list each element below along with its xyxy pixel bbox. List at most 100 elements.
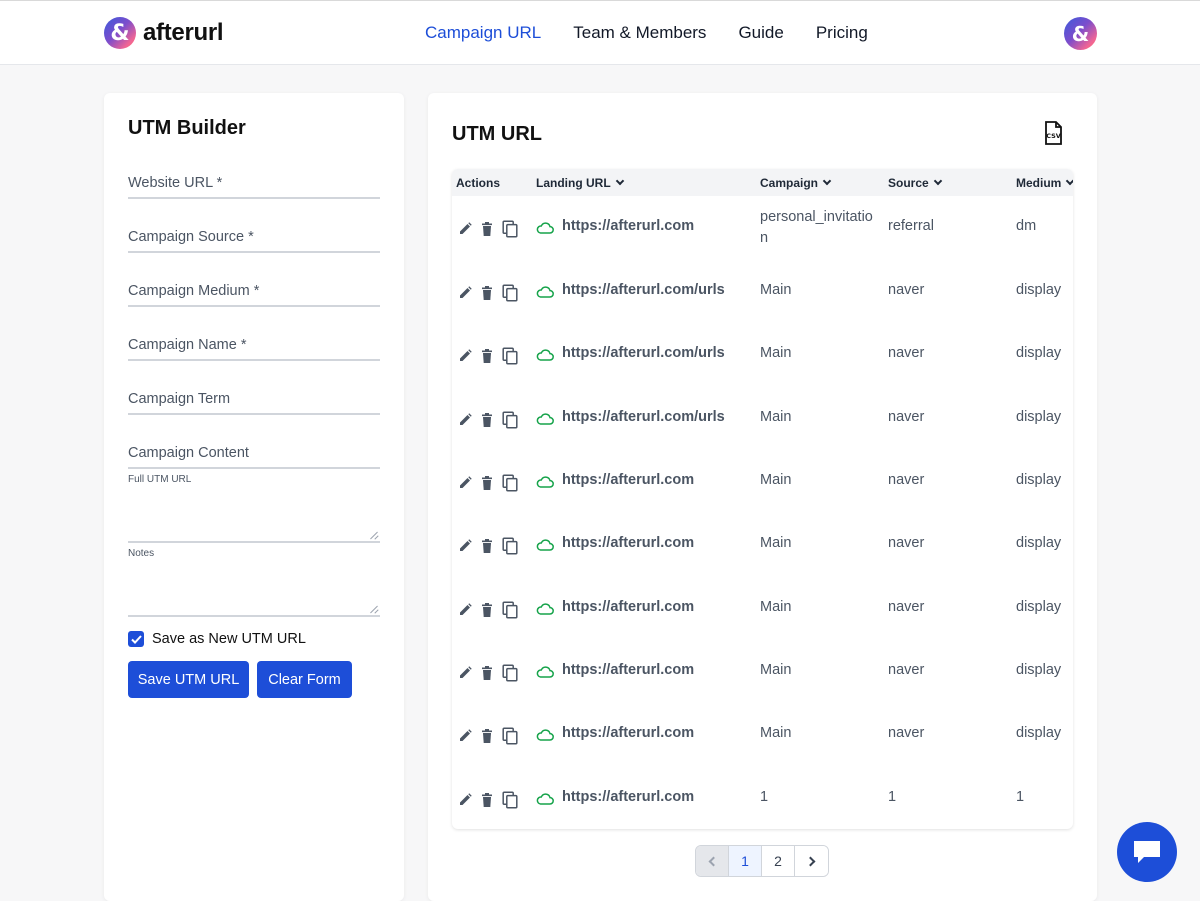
logo-mark: & [104, 17, 136, 49]
next-page-button[interactable] [795, 846, 828, 876]
nav-team-members[interactable]: Team & Members [573, 23, 706, 43]
copy-icon[interactable] [502, 284, 518, 302]
column-header-medium[interactable]: Medium [1016, 176, 1073, 190]
csv-export-icon[interactable]: CSV [1042, 121, 1064, 145]
campaign-source-field[interactable]: Campaign Source * [128, 223, 380, 253]
page-2-button[interactable]: 2 [762, 846, 795, 876]
delete-trash-icon[interactable] [480, 348, 494, 364]
builder-title: UTM Builder [128, 117, 246, 139]
landing-url-link[interactable]: https://afterurl.com/urls [562, 345, 725, 361]
landing-url-link[interactable]: https://afterurl.com [562, 725, 694, 741]
delete-trash-icon[interactable] [480, 475, 494, 491]
chevron-right-icon [805, 856, 815, 866]
edit-pencil-icon[interactable] [458, 792, 472, 808]
landing-url-link[interactable]: https://afterurl.com/urls [562, 282, 725, 298]
cloud-icon [536, 222, 554, 234]
copy-icon[interactable] [502, 347, 518, 365]
copy-icon[interactable] [502, 791, 518, 809]
delete-trash-icon[interactable] [480, 538, 494, 554]
copy-icon[interactable] [502, 474, 518, 492]
campaign-term-field[interactable]: Campaign Term [128, 385, 380, 415]
campaign-cell: Main [760, 409, 792, 425]
user-avatar[interactable]: & [1064, 17, 1097, 50]
nav-campaign-url[interactable]: Campaign URL [425, 23, 541, 43]
table-header: Actions Landing URL Campaign Source Medi… [452, 169, 1073, 196]
column-header-source[interactable]: Source [888, 176, 942, 190]
campaign-cell: Main [760, 345, 792, 361]
website-url-field[interactable]: Website URL * [128, 169, 380, 199]
landing-url-link[interactable]: https://afterurl.com [562, 218, 694, 234]
medium-cell: display [1016, 282, 1062, 298]
row-actions [458, 474, 526, 492]
edit-pencil-icon[interactable] [458, 285, 472, 301]
landing-url-link[interactable]: https://afterurl.com/urls [562, 409, 725, 425]
logo-text: afterurl [143, 19, 224, 46]
delete-trash-icon[interactable] [480, 285, 494, 301]
delete-trash-icon[interactable] [480, 792, 494, 808]
campaign-content-label: Campaign Content [128, 445, 249, 461]
cloud-icon [536, 729, 554, 741]
full-utm-url-label: Full UTM URL [128, 474, 192, 485]
edit-pencil-icon[interactable] [458, 348, 472, 364]
resize-handle-icon[interactable] [370, 605, 378, 613]
full-utm-url-textarea[interactable] [128, 493, 380, 543]
landing-url-link[interactable]: https://afterurl.com [562, 472, 694, 488]
table-row: https://afterurl.com/urls Main naver displa… [452, 260, 1073, 323]
nav-pricing[interactable]: Pricing [816, 23, 868, 43]
edit-pencil-icon[interactable] [458, 665, 472, 681]
save-as-new-row: Save as New UTM URL [128, 631, 306, 647]
copy-icon[interactable] [502, 727, 518, 745]
source-cell: naver [888, 472, 925, 488]
delete-trash-icon[interactable] [480, 221, 494, 237]
campaign-cell: Main [760, 662, 792, 678]
column-header-landing-url[interactable]: Landing URL [536, 176, 624, 190]
cloud-icon [536, 539, 554, 551]
resize-handle-icon[interactable] [370, 531, 378, 539]
campaign-name-field[interactable]: Campaign Name * [128, 331, 380, 361]
website-url-label: Website URL * [128, 175, 223, 191]
clear-form-button[interactable]: Clear Form [257, 661, 352, 698]
column-actions-label: Actions [456, 176, 501, 190]
copy-icon[interactable] [502, 601, 518, 619]
copy-icon[interactable] [502, 220, 518, 238]
column-header-campaign[interactable]: Campaign [760, 176, 832, 190]
notes-label: Notes [128, 548, 155, 559]
edit-pencil-icon[interactable] [458, 602, 472, 618]
edit-pencil-icon[interactable] [458, 475, 472, 491]
save-as-new-checkbox[interactable] [128, 631, 144, 647]
edit-pencil-icon[interactable] [458, 221, 472, 237]
row-actions [458, 284, 526, 302]
source-cell: naver [888, 599, 925, 615]
delete-trash-icon[interactable] [480, 728, 494, 744]
copy-icon[interactable] [502, 411, 518, 429]
edit-pencil-icon[interactable] [458, 412, 472, 428]
notes-textarea[interactable] [128, 567, 380, 617]
chevron-left-icon [708, 856, 719, 866]
cloud-icon [536, 793, 554, 805]
landing-url-link[interactable]: https://afterurl.com [562, 535, 694, 551]
landing-url-link[interactable]: https://afterurl.com [562, 789, 694, 805]
prev-page-button[interactable] [696, 846, 729, 876]
logo[interactable]: & afterurl [104, 17, 224, 49]
delete-trash-icon[interactable] [480, 412, 494, 428]
landing-url-link[interactable]: https://afterurl.com [562, 662, 694, 678]
edit-pencil-icon[interactable] [458, 728, 472, 744]
table-row: https://afterurl.com personal_invitatio n r… [452, 196, 1073, 259]
chat-support-button[interactable] [1117, 822, 1177, 882]
campaign-medium-field[interactable]: Campaign Medium * [128, 277, 380, 307]
page-1-button[interactable]: 1 [729, 846, 762, 876]
edit-pencil-icon[interactable] [458, 538, 472, 554]
table-row: https://afterurl.com 1 1 1 [452, 767, 1073, 829]
delete-trash-icon[interactable] [480, 665, 494, 681]
medium-cell: display [1016, 472, 1062, 488]
landing-url-link[interactable]: https://afterurl.com [562, 599, 694, 615]
campaign-cell: Main [760, 535, 792, 551]
copy-icon[interactable] [502, 537, 518, 555]
column-source-label: Source [888, 176, 929, 190]
delete-trash-icon[interactable] [480, 602, 494, 618]
campaign-content-field[interactable]: Campaign Content [128, 439, 380, 469]
nav-guide[interactable]: Guide [738, 23, 783, 43]
copy-icon[interactable] [502, 664, 518, 682]
save-utm-url-button[interactable]: Save UTM URL [128, 661, 249, 698]
row-actions [458, 411, 526, 429]
